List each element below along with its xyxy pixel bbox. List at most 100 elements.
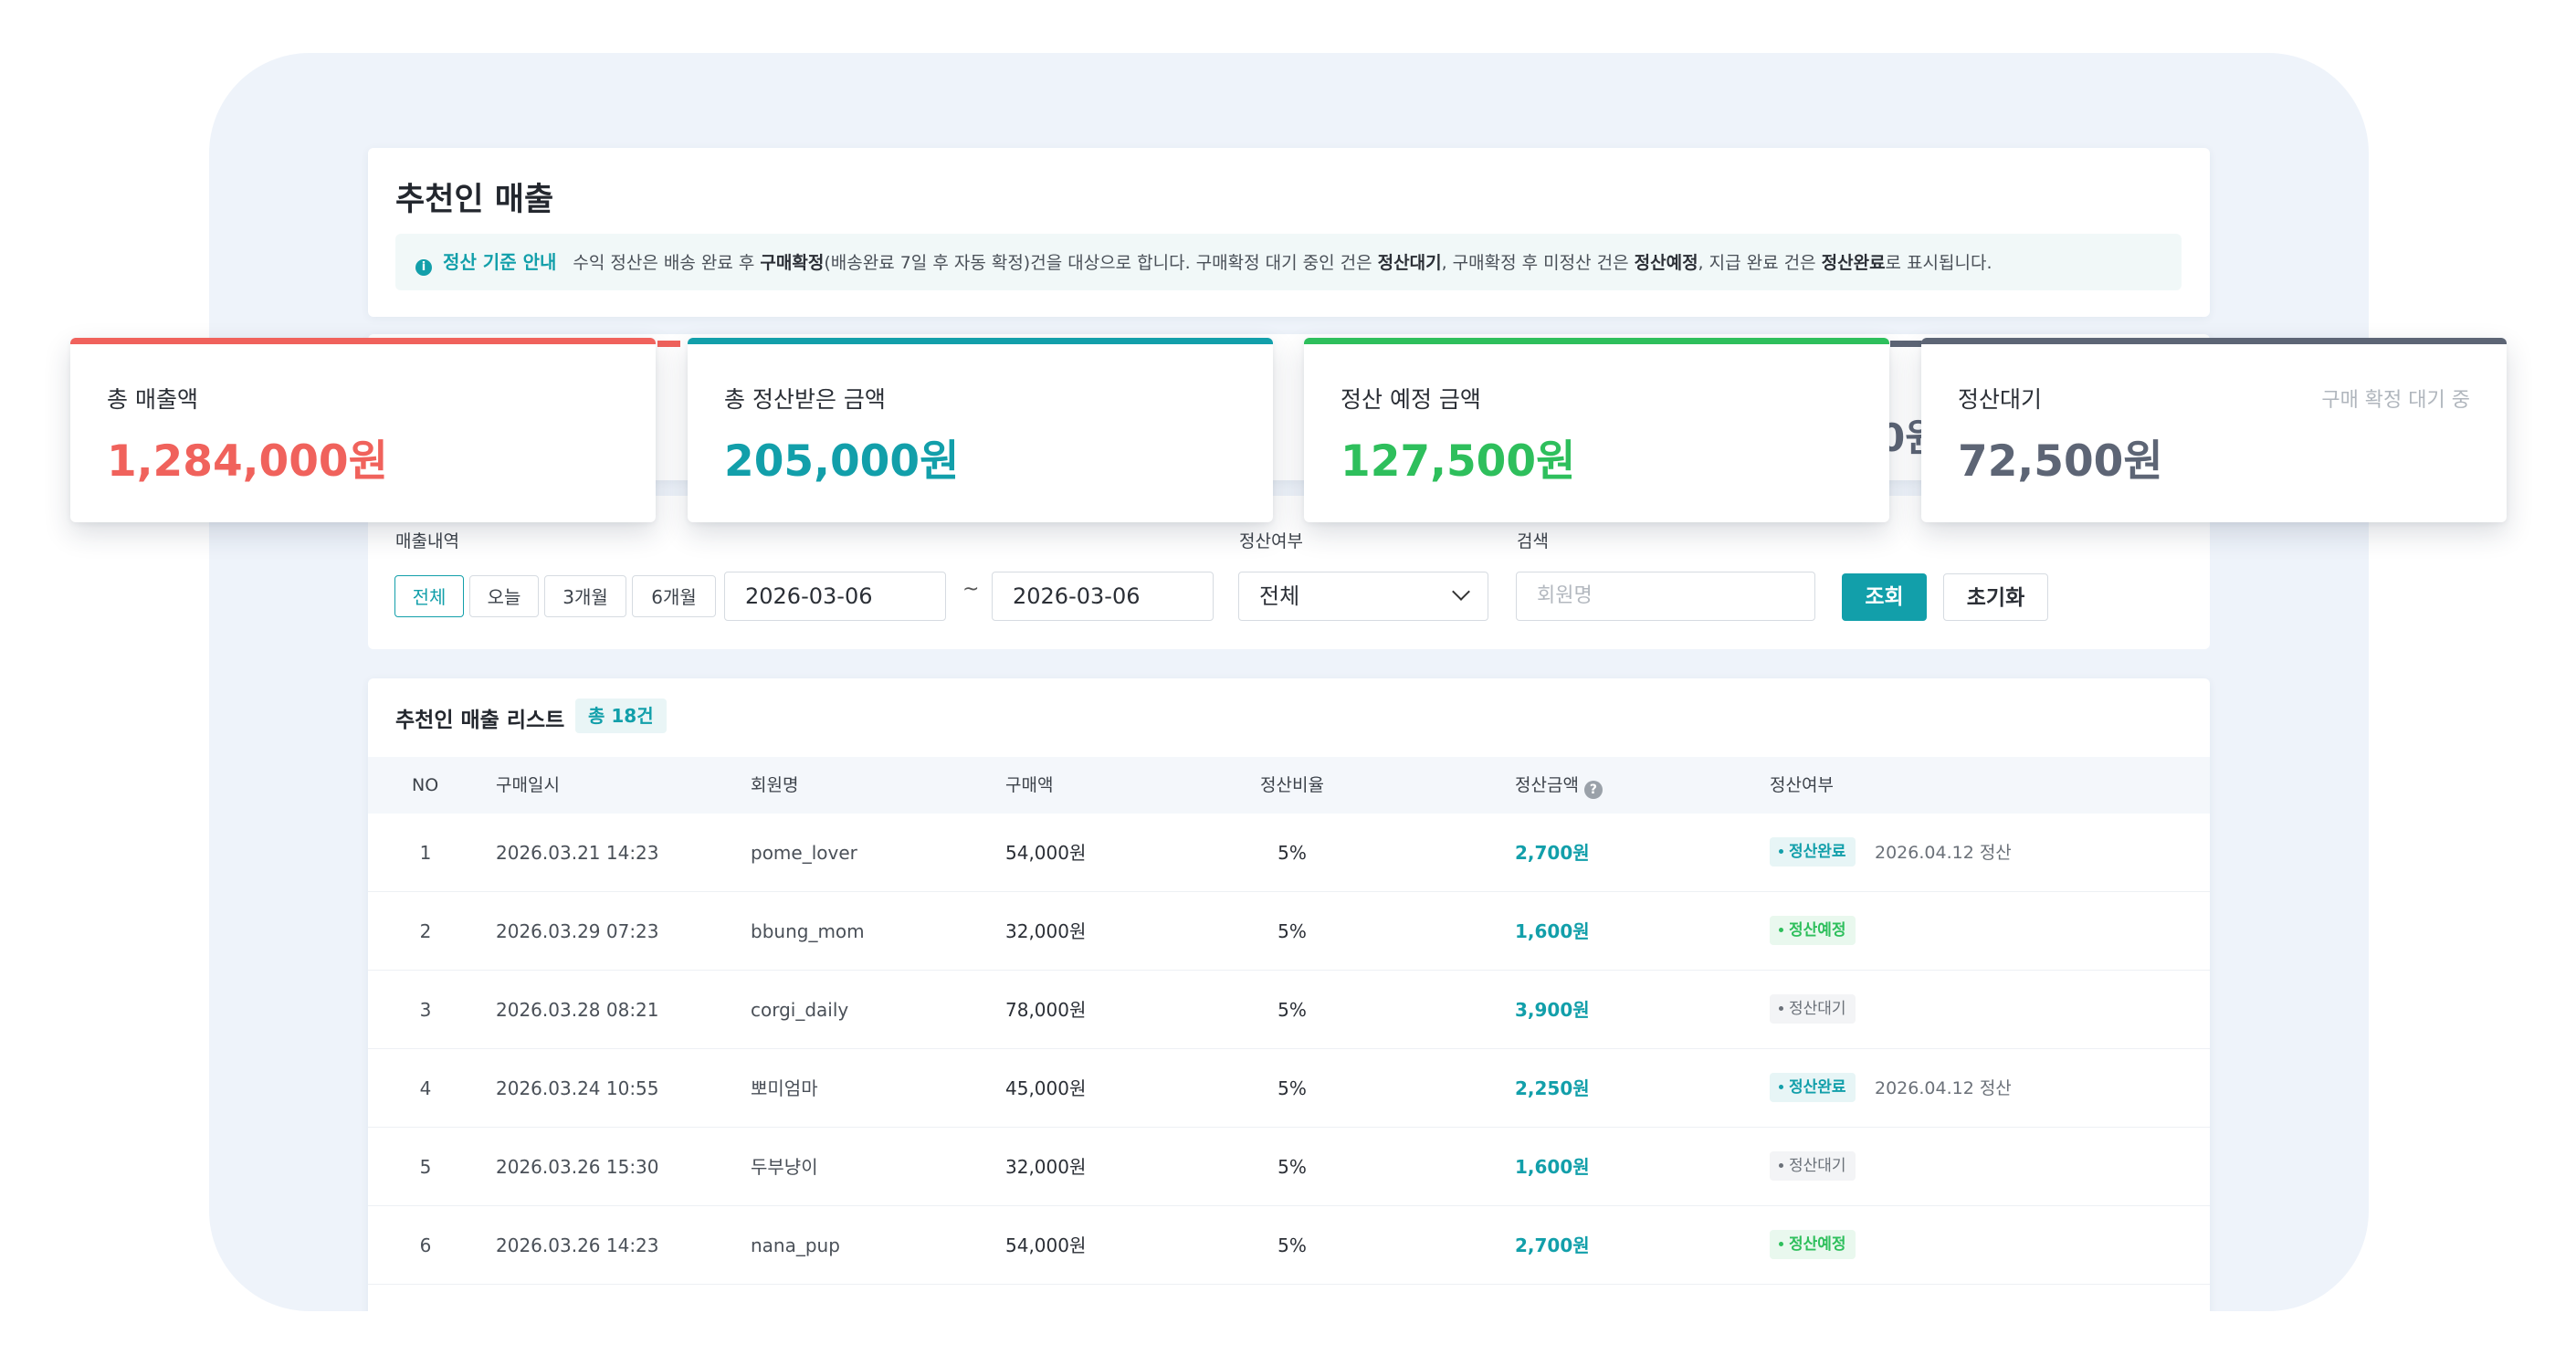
card-value: 205,000원 <box>724 436 960 487</box>
status-badge-label: 정산대기 <box>1789 1000 1846 1018</box>
status-dot-icon <box>1779 1085 1783 1089</box>
card-accent-bar <box>1921 338 2507 344</box>
cell-amount: 32,000원 <box>1005 920 1087 942</box>
search-button[interactable]: 조회 <box>1842 573 1927 621</box>
status-badge: 정산예정 <box>1770 1230 1856 1259</box>
table-row[interactable]: 4 2026.03.24 10:55 뽀미엄마 45,000원 5% 2,250원 정산완료… <box>368 1049 2210 1128</box>
table-header: NO 구매일시 회원명 구매액 정산비율 정산금액? 정산여부 <box>368 757 2210 814</box>
status-dot-icon <box>1779 928 1783 932</box>
status-dot-icon <box>1779 1163 1783 1168</box>
table-row[interactable]: 3 2026.03.28 08:21 corgi_daily 78,000원 5% 3,9… <box>368 971 2210 1049</box>
col-rate: 정산비율 <box>1260 775 1324 795</box>
status-badge: 정산완료 <box>1770 837 1856 867</box>
cell-no: 2 <box>419 920 432 942</box>
chip-today[interactable]: 오늘 <box>469 575 539 617</box>
card-total-sales: 총 매출액 1,284,000원 <box>70 338 656 522</box>
status-badge-label: 정산완료 <box>1789 1078 1846 1097</box>
app-background: 추천인 매출 i 정산 기준 안내 수익 정산은 배송 완료 후 구매확정(배송… <box>209 53 2369 1311</box>
list-title: 추천인 매출 리스트 <box>395 709 565 732</box>
status-badge-label: 정산예정 <box>1789 1235 1846 1254</box>
cell-settle-amount: 2,700원 <box>1515 842 1590 864</box>
notice-bold: 정산예정 <box>1634 253 1698 273</box>
cell-date: 2026.03.29 07:23 <box>496 920 659 942</box>
cell-rate: 5% <box>1277 842 1307 864</box>
card-label: 정산 예정 금액 <box>1341 386 1481 413</box>
card-settled-amount: 총 정산받은 금액 205,000원 <box>688 338 1273 522</box>
cell-member: pome_lover <box>751 842 857 864</box>
card-label: 총 정산받은 금액 <box>724 386 886 413</box>
period-label: 매출내역 <box>395 531 459 551</box>
page-title: 추천인 매출 <box>395 182 554 218</box>
table-row[interactable]: 5 2026.03.26 15:30 두부냥이 32,000원 5% 1,600원 정산대기 <box>368 1128 2210 1206</box>
status-label: 정산여부 <box>1239 531 1303 551</box>
status-badge: 정산대기 <box>1770 994 1856 1024</box>
cell-date: 2026.03.28 08:21 <box>496 999 659 1021</box>
cell-amount: 78,000원 <box>1005 999 1087 1021</box>
date-to-input[interactable]: 2026-03-06 <box>992 572 1214 621</box>
card-label: 정산대기 <box>1958 386 2043 413</box>
card-value: 72,500원 <box>1958 436 2163 487</box>
cell-member: 두부냥이 <box>751 1156 818 1178</box>
card-value: 127,500원 <box>1341 436 1576 487</box>
status-dot-icon <box>1779 1006 1783 1011</box>
card-accent-bar <box>688 338 1273 344</box>
cell-no: 1 <box>419 842 432 864</box>
cell-rate: 5% <box>1277 920 1307 942</box>
date-from-input[interactable]: 2026-03-06 <box>724 572 946 621</box>
help-icon[interactable]: ? <box>1583 781 1603 799</box>
cell-rate: 5% <box>1277 1077 1307 1099</box>
header-panel: 추천인 매출 i 정산 기준 안내 수익 정산은 배송 완료 후 구매확정(배송… <box>368 148 2210 317</box>
cell-no: 6 <box>419 1234 432 1256</box>
chip-all[interactable]: 전체 <box>394 575 464 617</box>
cell-rate: 5% <box>1277 999 1307 1021</box>
col-no: NO <box>412 775 439 795</box>
cell-member: corgi_daily <box>751 999 849 1021</box>
count-badge: 총 18건 <box>575 699 667 733</box>
cell-settle-amount: 1,600원 <box>1515 920 1590 942</box>
settle-date: 2026.04.12 정산 <box>1875 843 2012 863</box>
info-icon: i <box>415 259 432 276</box>
card-pending-amount: 정산대기 구매 확정 대기 중 72,500원 <box>1921 338 2507 522</box>
table-row[interactable]: 6 2026.03.26 14:23 nana_pup 54,000원 5% 2,700원… <box>368 1206 2210 1285</box>
cell-amount: 54,000원 <box>1005 842 1087 864</box>
cell-amount: 32,000원 <box>1005 1156 1087 1178</box>
notice-bold: 정산대기 <box>1377 253 1442 273</box>
chip-3months[interactable]: 3개월 <box>544 575 626 617</box>
search-input[interactable]: 회원명 <box>1516 572 1815 621</box>
notice-bold: 구매확정 <box>760 253 825 273</box>
cell-rate: 5% <box>1277 1234 1307 1256</box>
settle-date: 2026.04.12 정산 <box>1875 1078 2012 1098</box>
col-member: 회원명 <box>751 775 799 795</box>
card-value: 1,284,000원 <box>107 436 388 487</box>
cell-settle-amount: 1,600원 <box>1515 1156 1590 1178</box>
cell-date: 2026.03.21 14:23 <box>496 842 659 864</box>
status-badge-label: 정산예정 <box>1789 921 1846 940</box>
notice-text: 로 표시됩니다. <box>1885 253 1992 273</box>
table-row[interactable]: 1 2026.03.21 14:23 pome_lover 54,000원 5% 2,70… <box>368 814 2210 892</box>
status-select[interactable]: 전체 <box>1238 572 1488 621</box>
table-row[interactable]: 2 2026.03.29 07:23 bbung_mom 32,000원 5% 1,600… <box>368 892 2210 971</box>
cell-amount: 54,000원 <box>1005 1234 1087 1256</box>
col-settle-amount-label: 정산금액 <box>1515 775 1579 795</box>
cell-member: nana_pup <box>751 1234 840 1256</box>
cell-date: 2026.03.26 15:30 <box>496 1156 659 1178</box>
cell-no: 5 <box>419 1156 432 1178</box>
cell-settle-amount: 3,900원 <box>1515 999 1590 1021</box>
notice-text: 수익 정산은 배송 완료 후 <box>573 253 761 273</box>
cell-settle-amount: 2,700원 <box>1515 1234 1590 1256</box>
referral-sales-list: 추천인 매출 리스트 총 18건 NO 구매일시 회원명 구매액 정산비율 정산… <box>368 678 2210 1311</box>
notice-bold: 정산완료 <box>1821 253 1886 273</box>
card-note: 구매 확정 대기 중 <box>2321 389 2470 412</box>
notice-heading: 정산 기준 안내 <box>443 251 557 273</box>
underlay-card-bar <box>657 341 680 347</box>
cell-settle-amount: 2,250원 <box>1515 1077 1590 1099</box>
status-badge-label: 정산대기 <box>1789 1157 1846 1175</box>
cell-date: 2026.03.24 10:55 <box>496 1077 659 1099</box>
notice-text: , 구매확정 후 미정산 건은 <box>1441 253 1635 273</box>
status-badge-label: 정산완료 <box>1789 843 1846 861</box>
reset-button[interactable]: 초기화 <box>1943 573 2048 621</box>
card-accent-bar <box>70 338 656 344</box>
card-accent-bar <box>1304 338 1889 344</box>
chip-6months[interactable]: 6개월 <box>632 575 716 617</box>
cell-no: 3 <box>419 999 432 1021</box>
